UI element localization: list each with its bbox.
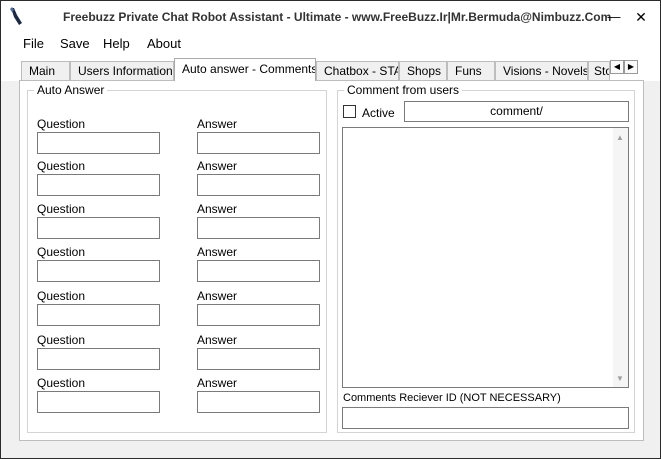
question-input-6[interactable] <box>37 348 160 370</box>
question-label-7: Question <box>37 376 86 390</box>
question-input-1[interactable] <box>37 132 160 154</box>
answer-input-3[interactable] <box>197 217 320 239</box>
menu-save[interactable]: Save <box>60 36 90 51</box>
receiver-label: Comments Reciever ID (NOT NECESSARY) <box>343 392 561 404</box>
auto-answer-title: Auto Answer <box>34 83 108 97</box>
main-window: Freebuzz Private Chat Robot Assistant - … <box>0 0 661 459</box>
comment-command-field[interactable]: comment/ <box>404 101 629 122</box>
tab-visions-novels[interactable]: Visions - Novels <box>495 61 588 80</box>
title-bar[interactable]: Freebuzz Private Chat Robot Assistant - … <box>1 1 660 32</box>
question-input-7[interactable] <box>37 391 160 413</box>
scroll-up-icon[interactable]: ▲ <box>616 133 624 142</box>
menu-file[interactable]: File <box>23 36 44 51</box>
active-checkbox[interactable] <box>343 105 356 118</box>
tab-funs[interactable]: Funs <box>447 61 495 80</box>
menu-help[interactable]: Help <box>103 36 130 51</box>
tab-shops[interactable]: Shops <box>399 61 447 80</box>
minimize-button[interactable]: — <box>604 7 624 27</box>
answer-input-1[interactable] <box>197 132 320 154</box>
answer-input-2[interactable] <box>197 174 320 196</box>
question-label-6: Question <box>37 333 86 347</box>
answer-label-7: Answer <box>197 376 238 390</box>
answer-label-5: Answer <box>197 289 238 303</box>
question-label-4: Question <box>37 245 86 259</box>
receiver-id-input[interactable] <box>342 407 629 429</box>
tab-scroll-right-icon[interactable]: ▶ <box>624 60 638 74</box>
tab-sto[interactable]: Sto <box>588 61 610 80</box>
question-label-5: Question <box>37 289 86 303</box>
comment-scrollbar[interactable]: ▲ ▼ <box>613 128 628 387</box>
answer-input-5[interactable] <box>197 304 320 326</box>
question-label-1: Question <box>37 117 86 131</box>
answer-input-7[interactable] <box>197 391 320 413</box>
question-label-2: Question <box>37 159 86 173</box>
close-button[interactable]: ✕ <box>631 7 651 27</box>
tab-main[interactable]: Main <box>21 61 70 80</box>
answer-input-4[interactable] <box>197 260 320 282</box>
answer-input-6[interactable] <box>197 348 320 370</box>
answer-label-3: Answer <box>197 202 238 216</box>
question-input-3[interactable] <box>37 217 160 239</box>
comment-textarea[interactable] <box>342 127 629 388</box>
answer-label-4: Answer <box>197 245 238 259</box>
tab-auto-answer-comments[interactable]: Auto answer - Comments <box>174 58 316 81</box>
tab-chatbox-sta[interactable]: Chatbox - STA <box>316 61 399 80</box>
active-label: Active <box>362 106 395 120</box>
tab-scroll-left-icon[interactable]: ◀ <box>610 60 624 74</box>
answer-label-1: Answer <box>197 117 238 131</box>
window-title: Freebuzz Private Chat Robot Assistant - … <box>63 10 612 24</box>
question-input-2[interactable] <box>37 174 160 196</box>
answer-label-2: Answer <box>197 159 238 173</box>
menu-about[interactable]: About <box>147 36 181 51</box>
menu-bar: File Save Help About <box>1 32 660 55</box>
scroll-down-icon[interactable]: ▼ <box>616 374 624 383</box>
question-input-4[interactable] <box>37 260 160 282</box>
tab-users-information[interactable]: Users Information <box>70 61 174 80</box>
comment-group-title: Comment from users <box>344 83 463 97</box>
question-input-5[interactable] <box>37 304 160 326</box>
answer-label-6: Answer <box>197 333 238 347</box>
question-label-3: Question <box>37 202 86 216</box>
app-wrench-icon <box>10 7 22 25</box>
